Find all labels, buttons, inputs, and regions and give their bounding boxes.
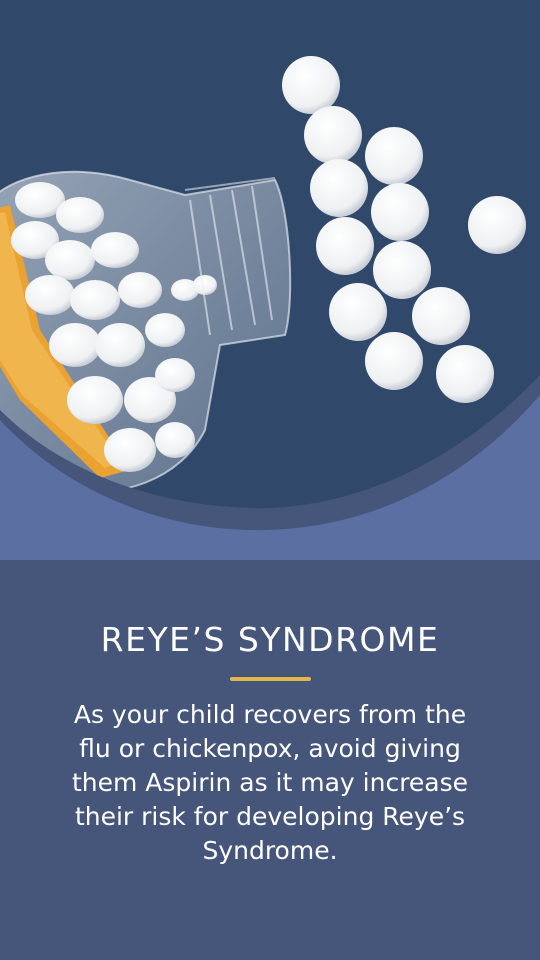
card-title: REYE’S SYNDROME	[100, 620, 440, 659]
card-body: As your child recovers from the flu or c…	[71, 700, 469, 865]
aspirin-illustration	[0, 0, 540, 560]
aspirin-photo	[0, 0, 540, 560]
title-divider	[230, 677, 311, 681]
info-card: REYE’S SYNDROME As your child recovers f…	[0, 600, 540, 960]
